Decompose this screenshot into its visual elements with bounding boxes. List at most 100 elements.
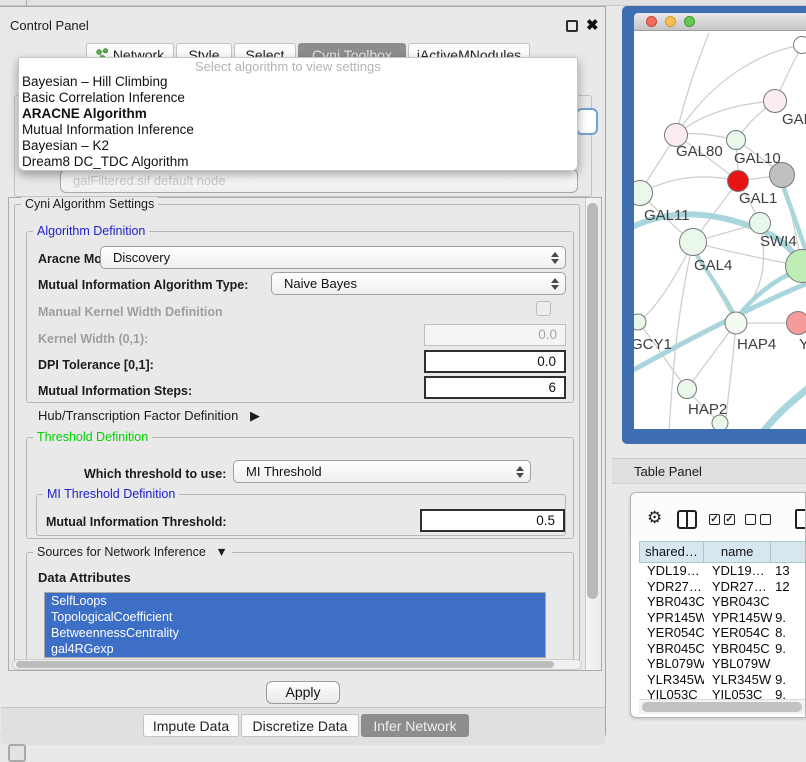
unchecked-checkbox-icon[interactable] <box>760 514 771 525</box>
which-threshold-combo[interactable]: MI Threshold <box>233 460 531 483</box>
columns-icon[interactable] <box>677 510 697 529</box>
table-cell: YER054C <box>704 625 772 641</box>
algorithm-option[interactable]: Mutual Information Inference <box>19 122 577 138</box>
unchecked-checkbox-icon[interactable] <box>745 514 756 525</box>
table-row[interactable]: YER054C YER054C 8. <box>639 625 806 641</box>
manual-kernel-checkbox[interactable] <box>536 301 551 316</box>
apply-button[interactable]: Apply <box>266 681 340 704</box>
network-node[interactable] <box>727 170 749 192</box>
sources-group-title[interactable]: Sources for Network Inference ▼ <box>33 545 232 559</box>
bottom-tab[interactable]: Impute Data <box>143 714 239 737</box>
combo-spinner-icon <box>510 466 530 478</box>
algorithm-option[interactable]: ARACNE Algorithm <box>19 106 577 122</box>
network-node[interactable] <box>679 228 707 256</box>
bottom-tab-label: Infer Network <box>373 718 456 734</box>
table-column-header[interactable] <box>771 542 806 562</box>
network-node[interactable] <box>726 130 746 150</box>
focused-algorithm-combo-edge[interactable] <box>576 108 598 135</box>
table-cell: YDL19… <box>704 563 772 579</box>
combo-spinner-icon <box>545 278 565 290</box>
table-horizontal-scrollbar[interactable] <box>639 699 806 714</box>
manual-kernel-label: Manual Kernel Width Definition <box>38 305 223 319</box>
table-row[interactable]: YPR145W YPR145W 9. <box>639 610 806 626</box>
float-window-icon[interactable] <box>566 20 578 32</box>
control-panel-title: Control Panel <box>10 18 89 33</box>
network-node[interactable] <box>725 312 748 335</box>
bottom-tab-label: Impute Data <box>153 718 229 734</box>
bottom-tab[interactable]: Infer Network <box>361 714 469 737</box>
network-node[interactable] <box>769 162 795 188</box>
table-column-header[interactable]: shared… <box>640 542 704 562</box>
table-column-header[interactable]: name <box>704 542 771 562</box>
settings-horizontal-scrollbar-thumb[interactable] <box>16 661 554 668</box>
network-node[interactable] <box>749 212 771 234</box>
network-node[interactable] <box>634 314 647 331</box>
combo-spinner-icon <box>545 252 565 264</box>
table-horizontal-scrollbar-thumb[interactable] <box>642 702 802 712</box>
collapse-down-arrow-icon: ▼ <box>215 545 227 559</box>
algorithm-option[interactable]: Dream8 DC_TDC Algorithm <box>19 154 577 170</box>
network-node[interactable] <box>677 379 697 399</box>
table-row[interactable]: YDR27… YDR27… 12 <box>639 579 806 595</box>
network-node[interactable] <box>634 180 653 206</box>
table-cell: YER054C <box>639 625 704 641</box>
table-toolbar: ⚙ ✓ ✓ <box>631 493 805 540</box>
table-cell: YBR045C <box>639 641 704 657</box>
mi-steps-input[interactable]: 6 <box>424 376 566 399</box>
algorithm-option[interactable]: Bayesian – K2 <box>19 138 577 154</box>
network-window-titlebar[interactable] <box>634 13 806 31</box>
attribute-list-item[interactable]: TopologicalCoefficient <box>45 609 545 625</box>
network-node[interactable] <box>785 249 806 283</box>
collapsed-panel-icon[interactable] <box>8 744 26 762</box>
table-row[interactable]: YLR345W YLR345W 9. <box>639 672 806 688</box>
network-node-label: GAL4 <box>694 257 732 274</box>
settings-vertical-scrollbar-thumb[interactable] <box>587 203 598 599</box>
new-table-icon[interactable] <box>795 509 806 529</box>
table-row[interactable]: YDL19… YDL19… 13 <box>639 563 806 579</box>
algorithm-select-popup: Select algorithm to view settings Bayesi… <box>18 57 578 171</box>
attribute-list-item[interactable]: SelfLoops <box>45 593 545 609</box>
which-threshold-label: Which threshold to use: <box>84 467 226 481</box>
table-cell: YPR145W <box>639 610 704 626</box>
expand-right-arrow-icon: ▶ <box>250 408 260 423</box>
table-row[interactable]: YBL079W YBL079W <box>639 656 806 672</box>
checked-checkbox-icon[interactable]: ✓ <box>709 514 720 525</box>
table-cell: 9. <box>772 610 806 626</box>
network-node[interactable] <box>763 89 787 113</box>
mi-threshold-input[interactable]: 0.5 <box>420 509 565 532</box>
network-node[interactable] <box>793 36 806 54</box>
threshold-definition-title: Threshold Definition <box>33 430 152 444</box>
algorithm-option[interactable]: Basic Correlation Inference <box>19 90 577 106</box>
kernel-width-input[interactable]: 0.0 <box>424 324 566 346</box>
network-canvas[interactable]: GAL GAL80 GAL10 GAL1 <box>634 31 806 429</box>
bottom-tab[interactable]: Discretize Data <box>241 714 359 737</box>
minimize-traffic-light[interactable] <box>665 16 676 27</box>
hub-definition-expander[interactable]: Hub/Transcription Factor Definition ▶ <box>38 408 260 424</box>
mi-type-combo[interactable]: Naive Bayes <box>271 272 566 295</box>
aracne-mode-combo[interactable]: Discovery <box>100 246 566 269</box>
network-node[interactable] <box>712 415 729 430</box>
gear-icon[interactable]: ⚙ <box>647 512 662 524</box>
table-row[interactable]: YBR043C YBR043C <box>639 594 806 610</box>
checked-checkbox-icon[interactable]: ✓ <box>724 514 735 525</box>
attribute-list-item[interactable]: BetweennessCentrality <box>45 625 545 641</box>
table-cell: 9. <box>772 641 806 657</box>
attribute-list-item[interactable]: gal4RGexp <box>45 641 545 657</box>
table-cell: YDR27… <box>639 579 704 595</box>
dpi-tolerance-input[interactable]: 0.0 <box>424 350 566 373</box>
bottom-tab-label: Discretize Data <box>253 718 348 734</box>
table-cell: 12 <box>772 579 806 595</box>
mi-threshold-definition-title: MI Threshold Definition <box>43 487 179 501</box>
close-traffic-light[interactable] <box>646 16 657 27</box>
zoom-traffic-light[interactable] <box>684 16 695 27</box>
network-node-label: Y <box>799 336 806 353</box>
table-row[interactable]: YBR045C YBR045C 9. <box>639 641 806 657</box>
table-cell: YPR145W <box>704 610 772 626</box>
algorithm-popup-options: Bayesian – Hill Climbing Basic Correlati… <box>19 74 577 170</box>
network-node[interactable] <box>786 311 806 335</box>
close-panel-icon[interactable]: ✖ <box>586 16 599 34</box>
network-table-select-combo[interactable]: galFiltered.sif default node <box>60 169 578 193</box>
algorithm-option[interactable]: Bayesian – Hill Climbing <box>19 74 577 90</box>
table-cell: YLR345W <box>639 672 704 688</box>
aracne-mode-value: Discovery <box>101 250 545 265</box>
